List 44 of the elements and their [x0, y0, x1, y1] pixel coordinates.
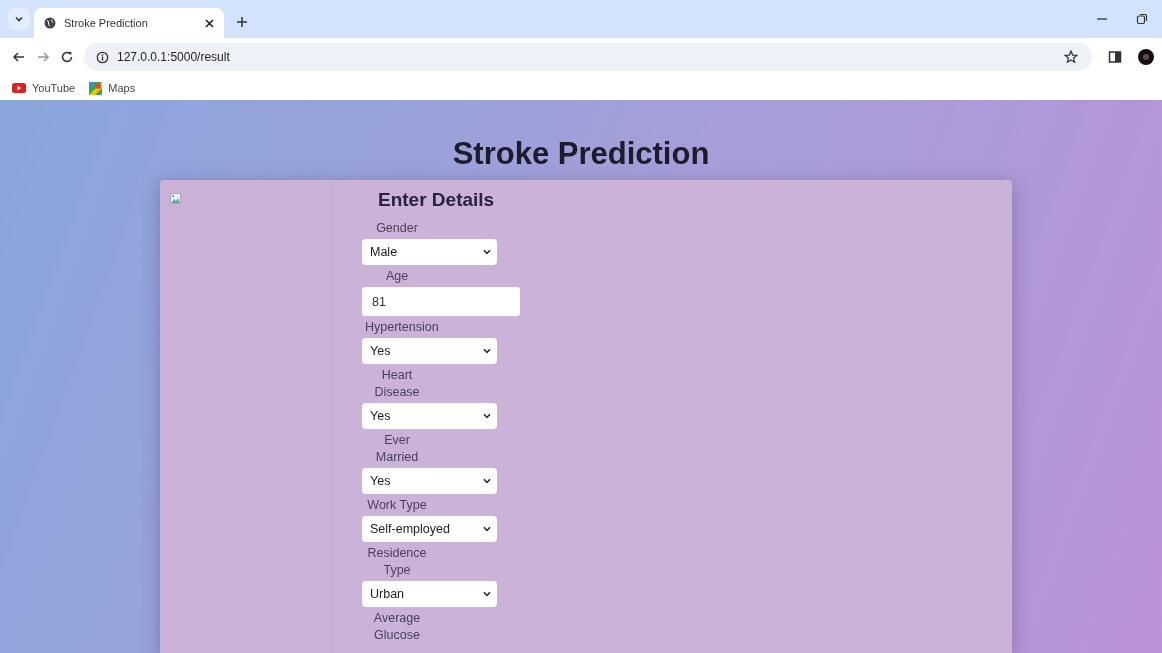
- dropdown-field[interactable]: Self-employed: [362, 516, 497, 542]
- field-label: Gender: [375, 220, 419, 237]
- field-label: Hypertension: [364, 319, 440, 336]
- forward-icon[interactable]: [36, 50, 50, 64]
- field-label: Average Glucose: [372, 610, 422, 644]
- play-logo-icon: [12, 83, 26, 93]
- tab-list-button[interactable]: [8, 8, 30, 30]
- text-input[interactable]: 81: [362, 287, 520, 316]
- chevron-down-icon: [483, 526, 491, 532]
- page-title: Stroke Prediction: [452, 136, 710, 172]
- chevron-down-icon: [483, 413, 491, 419]
- browser-tab[interactable]: Stroke Prediction: [34, 8, 224, 38]
- field-label: Work Type: [366, 497, 428, 514]
- chevron-down-icon: [14, 14, 24, 24]
- field-label: Ever Married: [374, 432, 420, 466]
- field-label: Residence Type: [366, 545, 428, 579]
- dropdown-field[interactable]: Male: [362, 239, 497, 265]
- field-label: Age: [384, 268, 410, 285]
- reload-icon[interactable]: [60, 50, 74, 64]
- chevron-down-icon: [483, 249, 491, 255]
- form-heading: Enter Details: [378, 189, 495, 211]
- dropdown-field[interactable]: Yes: [362, 468, 497, 494]
- chevron-down-icon: [483, 348, 491, 354]
- back-icon[interactable]: [12, 50, 26, 64]
- dropdown-field[interactable]: Yes: [362, 403, 497, 429]
- broken-image-icon: [170, 193, 181, 204]
- bookmark-link[interactable]: YouTube: [12, 82, 76, 94]
- star-icon[interactable]: [1064, 50, 1078, 64]
- new-tab-icon[interactable]: [236, 16, 248, 28]
- chevron-down-icon: [483, 591, 491, 597]
- chevron-down-icon: [483, 478, 491, 484]
- globe-icon: [44, 17, 56, 29]
- bookmark-link[interactable]: Maps: [89, 81, 136, 95]
- dropdown-field[interactable]: Yes: [362, 338, 497, 364]
- field-label: Heart Disease: [373, 367, 421, 401]
- info-icon[interactable]: [96, 50, 109, 64]
- tab-title: Stroke Prediction: [64, 17, 149, 29]
- profile-avatar-icon[interactable]: [1138, 49, 1154, 65]
- restore-icon[interactable]: [1136, 13, 1148, 25]
- address-text[interactable]: 127.0.0.1:5000/result: [117, 50, 230, 64]
- map-pin-icon: [89, 81, 103, 95]
- side-panel-icon[interactable]: [1108, 50, 1122, 64]
- close-icon[interactable]: [205, 18, 214, 28]
- dropdown-field[interactable]: Urban: [362, 581, 497, 607]
